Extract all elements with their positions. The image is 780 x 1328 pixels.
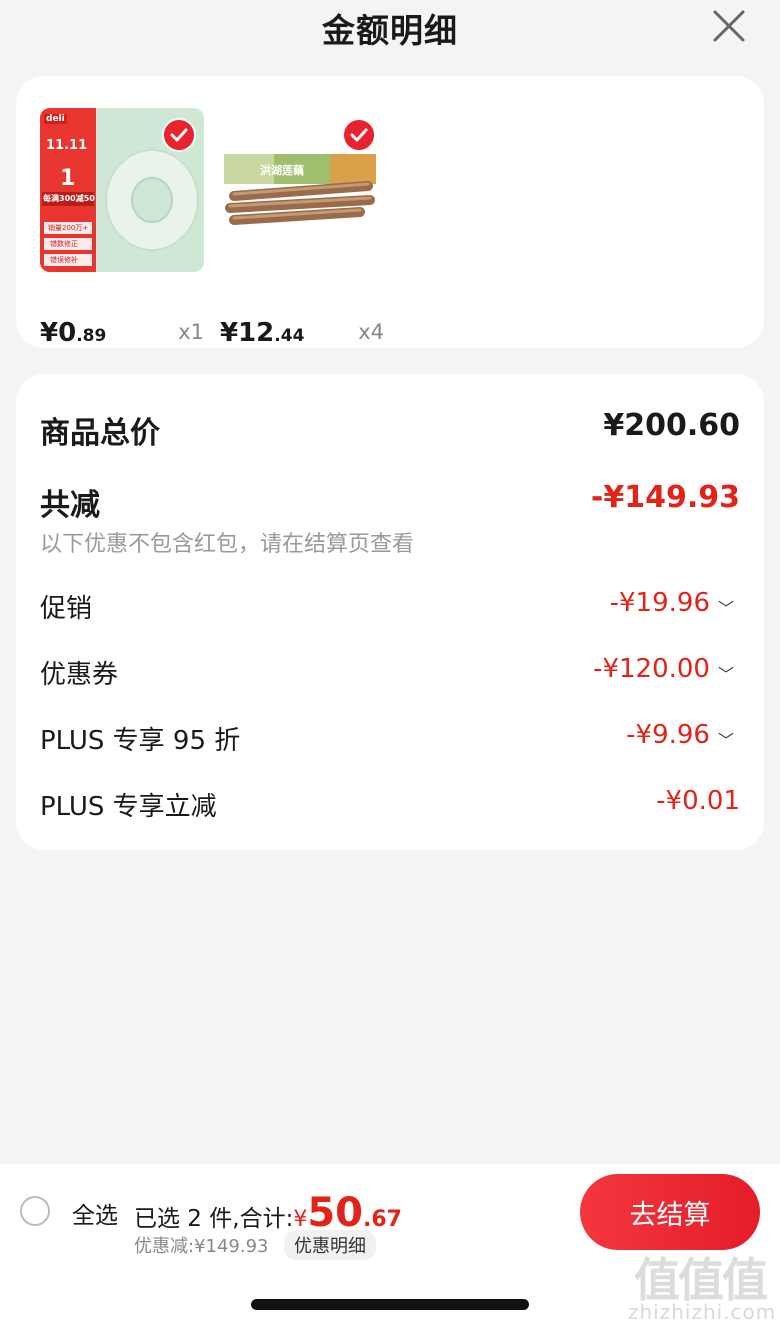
discount-value-wrap: -¥120.00 ﹀ bbox=[593, 654, 734, 685]
checkout-button[interactable]: 去结算 bbox=[580, 1174, 760, 1250]
watermark-text: zhizhizhi.com bbox=[628, 1300, 777, 1324]
product-list-card: deli 11.11 1 每满300减50 销量200万+ 错数修正 错误修补 … bbox=[16, 76, 764, 348]
discount-label: 促销 bbox=[40, 594, 93, 624]
brand-logo: deli bbox=[44, 114, 67, 124]
discount-label: PLUS 专享立减 bbox=[40, 792, 217, 822]
price-integer: ¥12 bbox=[220, 318, 275, 348]
discount-total-text: 优惠减:¥149.93 bbox=[134, 1236, 269, 1257]
discount-value: -¥0.01 bbox=[656, 786, 740, 816]
modal-title: 金额明细 bbox=[322, 11, 458, 50]
modal-header: 金额明细 bbox=[0, 0, 780, 58]
product-box-text: 洪湖莲藕 bbox=[260, 164, 304, 177]
discount-label: PLUS 专享 95 折 bbox=[40, 726, 241, 756]
total-decimal: .67 bbox=[363, 1207, 402, 1232]
watermark: 值值值 zhizhizhi.com bbox=[628, 1244, 777, 1328]
chevron-down-icon[interactable]: ﹀ bbox=[718, 727, 734, 751]
product-item[interactable]: deli 11.11 1 每满300减50 销量200万+ 错数修正 错误修补 … bbox=[40, 108, 204, 348]
product-image[interactable]: deli 11.11 1 每满300减50 销量200万+ 错数修正 错误修补 bbox=[40, 108, 204, 272]
product-image[interactable]: 洪湖莲藕 bbox=[220, 108, 384, 272]
discount-value-wrap: -¥9.96 ﹀ bbox=[626, 720, 734, 751]
product-badge: 11.11 bbox=[46, 138, 88, 153]
total-price-label: 商品总价 bbox=[40, 416, 160, 451]
price-integer: ¥0 bbox=[40, 318, 77, 348]
discount-value: -¥120.00 bbox=[593, 654, 710, 684]
total-reduce-label: 共减 bbox=[40, 488, 100, 523]
product-item[interactable]: 洪湖莲藕 ¥12.44 x4 bbox=[220, 108, 384, 348]
product-quantity: x1 bbox=[178, 320, 204, 344]
discount-value-wrap: -¥19.96 ﹀ bbox=[610, 588, 734, 619]
discount-value: -¥9.96 bbox=[626, 720, 710, 750]
product-promo-text: 每满300减50 bbox=[43, 194, 95, 203]
discount-label: 优惠券 bbox=[40, 660, 119, 690]
price-decimal: .89 bbox=[76, 326, 107, 346]
price-decimal: .44 bbox=[274, 326, 305, 346]
total-reduce-value: -¥149.93 bbox=[590, 480, 740, 515]
discount-value: -¥19.96 bbox=[609, 588, 710, 618]
chevron-down-icon[interactable]: ﹀ bbox=[718, 661, 734, 685]
product-tag: 错误修补 bbox=[50, 256, 78, 264]
select-all-radio[interactable] bbox=[20, 1196, 50, 1226]
product-price: ¥12.44 bbox=[220, 318, 304, 348]
select-all-label[interactable]: 全选 bbox=[72, 1196, 118, 1230]
checkmark-icon[interactable] bbox=[162, 118, 196, 152]
product-quantity: x4 bbox=[358, 320, 384, 344]
product-big-number: 1 bbox=[60, 166, 76, 191]
close-icon[interactable] bbox=[711, 8, 747, 44]
discount-note: 以下优惠不包含红包，请在结算页查看 bbox=[40, 532, 415, 557]
checkmark-icon[interactable] bbox=[342, 118, 376, 152]
total-price-value: ¥200.60 bbox=[603, 408, 740, 443]
product-tag: 销量200万+ bbox=[48, 224, 89, 232]
discount-detail-link[interactable]: 优惠明细 bbox=[284, 1230, 376, 1260]
product-price: ¥0.89 bbox=[40, 318, 106, 348]
price-summary-card: 商品总价 ¥200.60 共减 -¥149.93 以下优惠不包含红包，请在结算页… bbox=[16, 374, 764, 850]
home-indicator[interactable] bbox=[251, 1299, 529, 1310]
product-tag: 错数修正 bbox=[50, 240, 78, 248]
selected-count-text: 已选 2 件,合计: bbox=[134, 1206, 294, 1232]
total-currency: ¥ bbox=[293, 1207, 308, 1232]
chevron-down-icon[interactable]: ﹀ bbox=[718, 595, 734, 619]
